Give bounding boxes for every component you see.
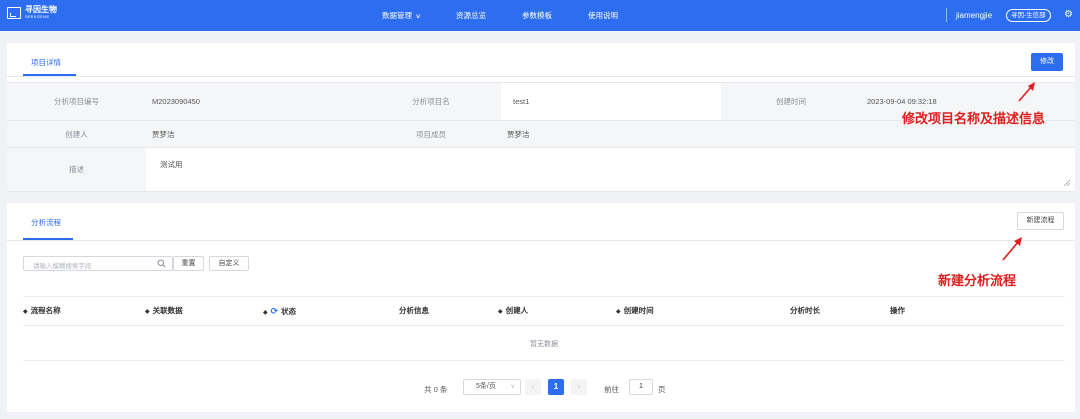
next-page-button[interactable]: › [571, 379, 587, 395]
column-actions: 操作 [890, 306, 905, 315]
project-id-label: 分析项目编号 [7, 83, 146, 120]
column-status[interactable]: ◆ ⟳ 状态 [263, 297, 296, 327]
reset-button[interactable]: 重置 [173, 256, 204, 271]
top-navigation-bar: 寻因生物 SEEKGENE 数据管理 ∨ 资源总览 参数模板 使用说明 jiame… [0, 0, 1080, 31]
description-value: 测试用 [160, 160, 183, 169]
project-id-value: M2023090450 [146, 83, 361, 120]
column-duration: 分析时长 [790, 306, 820, 315]
analysis-flow-card: 分析流程 新建流程 请输入模糊搜索字段 重置 自定义 ◆ 流程名称 ◆ 关联数据 ◆… [7, 203, 1075, 412]
creator-value: 贾梦洁 [146, 121, 361, 147]
column-created-time[interactable]: ◆ 创建时间 [616, 297, 654, 326]
prev-page-button[interactable]: ‹ [525, 379, 541, 395]
page-size-select[interactable]: 5条/页 ∨ [463, 379, 521, 395]
goto-page-input[interactable]: 1 [629, 379, 653, 395]
header-divider [946, 8, 947, 22]
tab-project-details[interactable]: 项目详情 [31, 57, 61, 68]
column-flow-name[interactable]: ◆ 流程名称 [23, 297, 61, 326]
info-row: 描述 测试用 [7, 148, 1075, 192]
annotation-edit-note: 修改项目名称及描述信息 [902, 112, 1046, 127]
search-icon[interactable] [157, 259, 166, 268]
column-linked-data[interactable]: ◆ 关联数据 [145, 297, 183, 326]
refresh-icon[interactable]: ⟳ [271, 297, 279, 325]
org-switch-button[interactable]: 寻因-生信部 [1006, 9, 1051, 22]
nav-item-resource-overview[interactable]: 资源总览 [456, 0, 486, 31]
annotation-new-flow-note: 新建分析流程 [938, 274, 1017, 289]
user-name[interactable]: jiamengjie [956, 0, 992, 31]
brand-logo[interactable]: 寻因生物 SEEKGENE [7, 6, 57, 19]
page-suffix: 页 [658, 385, 666, 394]
logo-subtitle: SEEKGENE [25, 14, 50, 19]
members-label: 项目成员 [361, 121, 501, 147]
edit-project-button[interactable]: 修改 [1031, 53, 1063, 71]
sort-icon[interactable]: ◆ [263, 299, 268, 327]
logo-icon [7, 6, 21, 19]
gear-icon[interactable]: ⚙ [1064, 8, 1073, 22]
tab-divider [7, 240, 1075, 241]
tab-analysis-flow[interactable]: 分析流程 [31, 217, 61, 228]
goto-label: 前往 [604, 385, 619, 394]
creator-label: 创建人 [7, 121, 146, 147]
description-label: 描述 [7, 148, 146, 191]
sort-icon[interactable]: ◆ [616, 298, 621, 326]
customize-button[interactable]: 自定义 [209, 256, 249, 271]
empty-message: 暂无数据 [530, 341, 558, 348]
nav-item-parameter-templates[interactable]: 参数模板 [522, 0, 552, 31]
table-empty-row: 暂无数据 [23, 326, 1065, 361]
created-time-label: 创建时间 [721, 83, 861, 120]
description-textarea[interactable]: 测试用 [146, 148, 1075, 191]
chevron-down-icon: ∨ [510, 384, 515, 390]
column-creator[interactable]: ◆ 创建人 [498, 297, 528, 326]
project-name-value[interactable]: test1 [501, 83, 721, 120]
resize-handle-icon[interactable] [1064, 180, 1070, 186]
search-input[interactable]: 请输入模糊搜索字段 [23, 256, 173, 271]
sort-icon[interactable]: ◆ [145, 298, 150, 326]
tab-divider [7, 76, 1075, 77]
column-analysis-info: 分析信息 [399, 306, 429, 315]
pagination-total: 共 0 条 [424, 385, 448, 394]
search-placeholder: 请输入模糊搜索字段 [33, 263, 92, 270]
new-flow-button[interactable]: 新建流程 [1017, 212, 1064, 230]
flow-table-header: ◆ 流程名称 ◆ 关联数据 ◆ ⟳ 状态 分析信息 ◆ 创建人 ◆ 创建时间 分析时长 操作 [23, 296, 1065, 326]
sort-icon[interactable]: ◆ [498, 298, 503, 326]
nav-item-data-management[interactable]: 数据管理 ∨ [382, 0, 422, 31]
project-name-label: 分析项目名 [361, 83, 501, 120]
annotation-arrow-icon [1018, 82, 1035, 102]
annotation-arrow-icon [1002, 237, 1022, 261]
chevron-down-icon: ∨ [415, 14, 422, 20]
logo-name: 寻因生物 [25, 5, 57, 14]
sort-icon[interactable]: ◆ [23, 298, 28, 326]
project-info-table: 分析项目编号 M2023090450 分析项目名 test1 创建时间 2023… [7, 82, 1075, 192]
page-number-current[interactable]: 1 [548, 379, 564, 395]
nav-item-user-guide[interactable]: 使用说明 [588, 0, 618, 31]
